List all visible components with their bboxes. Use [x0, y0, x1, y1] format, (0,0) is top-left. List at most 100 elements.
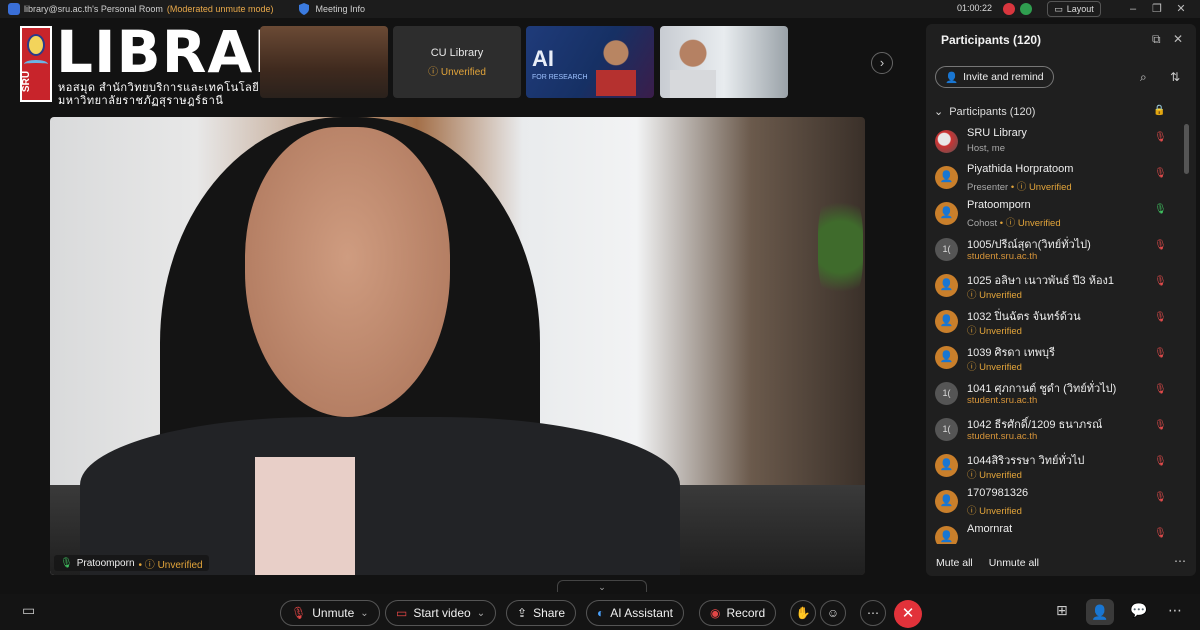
university-seal-icon	[27, 34, 45, 56]
close-icon[interactable]: ✕	[1173, 32, 1183, 46]
shield-icon[interactable]	[299, 3, 310, 15]
chevron-right-icon[interactable]: ›	[871, 52, 893, 74]
mic-muted-icon[interactable]: 🎙	[1154, 492, 1167, 503]
meeting-timer: 01:00:22	[957, 3, 993, 13]
video-speaker-face	[245, 127, 450, 417]
mic-muted-icon[interactable]: 🎙	[1154, 456, 1167, 467]
mic-muted-icon[interactable]: 🎙	[1154, 528, 1167, 539]
mic-muted-icon[interactable]: 🎙	[1154, 276, 1167, 287]
mic-muted-icon[interactable]: 🎙	[1154, 420, 1167, 431]
unverified-status: • ⓘ Unverified	[1008, 182, 1072, 193]
mute-all-button[interactable]: Mute all	[936, 557, 973, 569]
close-icon[interactable]: ✕	[1174, 2, 1188, 16]
lock-icon[interactable]: 🔒	[1153, 105, 1165, 116]
participant-subtitle: student.sru.ac.th	[967, 395, 1037, 406]
participant-row[interactable]: 👤 1039 ศิรดา เทพบุรี ⓘ Unverified 🎙	[926, 340, 1184, 376]
more-options-icon[interactable]: ⋯	[860, 600, 886, 626]
participant-row[interactable]: 👤 Piyathida Horpratoom Presenter • ⓘ Unver…	[926, 160, 1184, 196]
unverified-status: • ⓘ Unverified	[138, 559, 203, 571]
mic-muted-icon[interactable]: 🎙	[1154, 240, 1167, 251]
unmute-button[interactable]: 🎙 Unmute ⌄	[280, 600, 380, 626]
participant-row[interactable]: 👤 1707981326 ⓘ Unverified 🎙	[926, 484, 1184, 520]
mic-on-icon: 🎙	[60, 557, 73, 569]
raise-hand-icon[interactable]: ✋	[790, 600, 816, 626]
mic-muted-icon[interactable]: 🎙	[1154, 348, 1167, 359]
person-avatar-icon: 👤	[935, 274, 958, 297]
video-thumbnail-cu-library[interactable]: CU Library ⓘ Unverified	[393, 26, 521, 98]
participant-scrollbar[interactable]	[1184, 124, 1189, 174]
video-thumbnail-ai-presenter[interactable]: AI FOR RESEARCH	[526, 26, 654, 98]
mic-muted-icon[interactable]: 🎙	[1154, 168, 1167, 179]
meeting-info-link[interactable]: Meeting Info	[315, 4, 365, 14]
participant-row[interactable]: 👤 1025 อลิษา เนาวพันธ์ ปี3 ห้อง1 ⓘ Unverif…	[926, 268, 1184, 304]
leave-meeting-button[interactable]: ✕	[894, 600, 922, 628]
logo-subtitle-2: มหาวิทยาลัยราชภัฏสุราษฎร์ธานี	[58, 95, 224, 107]
mic-muted-icon[interactable]: 🎙	[1154, 312, 1167, 323]
participant-row[interactable]: 1(1041 ศุภกานต์ ชูดำ (วิทย์ทั่วไป) studen…	[926, 376, 1184, 412]
participant-row[interactable]: SRU Library Host, me 🎙	[926, 124, 1184, 160]
video-speaker-blouse	[255, 457, 355, 575]
more-options-icon[interactable]: ⋯	[1168, 602, 1182, 619]
chat-bubble-icon[interactable]: ▭	[22, 602, 35, 619]
participant-row[interactable]: 1(1005/ปรีณ์สุดา(วิทย์ทั่วไป) student.sru…	[926, 232, 1184, 268]
participants-group-header[interactable]: ⌄ Participants (120)	[934, 105, 1035, 119]
search-icon[interactable]: ⌕	[1140, 70, 1147, 85]
start-video-button[interactable]: ▭ Start video ⌄	[385, 600, 497, 626]
person-avatar-icon: 👤	[935, 346, 958, 369]
avatar: 1(	[935, 418, 958, 441]
apps-icon[interactable]: ⊞	[1056, 602, 1068, 619]
person-avatar-icon	[935, 130, 958, 153]
participant-name: SRU Library	[967, 127, 1027, 139]
webex-logo-icon	[8, 3, 20, 15]
participant-role: student.sru.ac.th	[967, 395, 1038, 406]
thumbnail-ai-text: AI	[532, 46, 554, 71]
ai-assistant-button[interactable]: ◐ AI Assistant	[586, 600, 684, 626]
reactions-icon[interactable]: ☺	[820, 600, 846, 626]
video-thumbnail-man[interactable]	[660, 26, 788, 98]
mic-on-icon[interactable]: 🎙	[1154, 204, 1167, 215]
title-bar: library@sru.ac.th's Personal Room (Moder…	[0, 0, 1200, 18]
chevron-down-icon[interactable]: ⌄	[557, 580, 647, 592]
participant-subtitle: Presenter • ⓘ Unverified	[967, 179, 1072, 193]
participant-subtitle: Host, me	[967, 143, 1005, 154]
popout-icon[interactable]: ⧉	[1152, 32, 1161, 47]
ai-assistant-icon: ◐	[597, 606, 605, 620]
participant-row[interactable]: 👤 Pratoomporn Cohost • ⓘ Unverified 🎙	[926, 196, 1184, 232]
unmute-all-button[interactable]: Unmute all	[989, 557, 1039, 569]
chevron-down-icon[interactable]: ⌄	[477, 608, 485, 619]
main-video[interactable]: 🎙 Pratoomporn • ⓘ Unverified	[50, 117, 865, 575]
video-name-tag: 🎙 Pratoomporn • ⓘ Unverified	[54, 555, 209, 571]
layout-button[interactable]: ▭ Layout	[1047, 1, 1101, 17]
participant-role: Host, me	[967, 143, 1006, 154]
invite-and-remind-button[interactable]: 👤 Invite and remind	[935, 66, 1054, 88]
mic-muted-icon[interactable]: 🎙	[1154, 132, 1167, 143]
chevron-down-icon[interactable]: ⌄	[360, 608, 368, 619]
participant-subtitle: ⓘ Unverified	[967, 323, 1022, 337]
video-speaker-blazer	[80, 417, 680, 575]
minimize-icon[interactable]: –	[1126, 2, 1140, 16]
meeting-toolbar: ▭ 🎙 Unmute ⌄ ▭ Start video ⌄ ⇪ Share ◐ A…	[0, 594, 1200, 630]
more-options-icon[interactable]: ⋯	[1174, 554, 1186, 568]
participant-row[interactable]: 👤 Amornrat 🎙	[926, 520, 1184, 544]
share-button[interactable]: ⇪ Share	[506, 600, 577, 626]
layout-icon: ▭	[1054, 3, 1063, 14]
sort-icon[interactable]: ⇅	[1170, 70, 1180, 84]
moderated-mode-label: (Moderated unmute mode)	[166, 4, 274, 14]
restore-icon[interactable]: ❐	[1150, 2, 1164, 16]
participant-name: Piyathida Horpratoom	[967, 163, 1074, 175]
share-icon: ⇪	[517, 606, 528, 620]
unverified-status: ⓘ Unverified	[967, 506, 1022, 517]
chevron-down-icon: ⌄	[934, 106, 944, 118]
unverified-status: ⓘ Unverified	[967, 470, 1022, 481]
participant-row[interactable]: 👤 1044สิริวรรษา วิทย์ทั่วไป ⓘ Unverified 🎙	[926, 448, 1184, 484]
participants-icon[interactable]: 👤	[1086, 599, 1114, 625]
participant-row[interactable]: 1(1042 ธีรศักดิ์/1209 ธนาภรณ์ student.sru…	[926, 412, 1184, 448]
video-off-icon: ▭	[396, 606, 408, 620]
mic-muted-icon[interactable]: 🎙	[1154, 384, 1167, 395]
record-button[interactable]: ◉ Record	[699, 600, 777, 626]
thumbnail-ai-subtitle: FOR RESEARCH	[532, 74, 588, 81]
participant-row[interactable]: 👤 1032 ปิ่นฉัตร จันทร์ด้วน ⓘ Unverified 🎙	[926, 304, 1184, 340]
video-thumbnail-room[interactable]	[260, 26, 388, 98]
chat-icon[interactable]: 💬	[1130, 602, 1147, 619]
participant-subtitle: student.sru.ac.th	[967, 251, 1037, 262]
